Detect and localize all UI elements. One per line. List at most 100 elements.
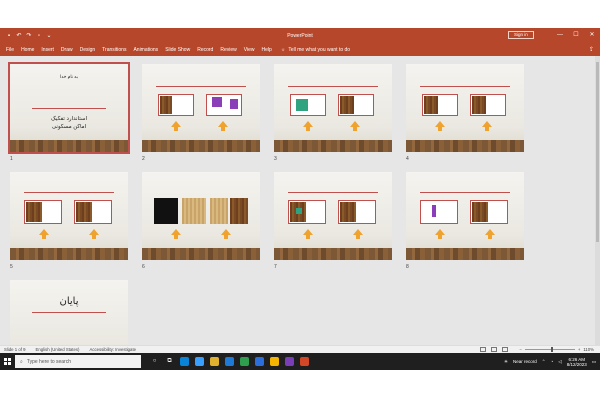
slide-floor	[274, 140, 392, 152]
slide-thumbnail-2[interactable]	[142, 64, 260, 152]
taskbar-search[interactable]: ⌕ Type here to search	[15, 355, 141, 368]
windows-logo-icon	[3, 358, 11, 365]
slide-floor	[274, 248, 392, 260]
tab-slide-show[interactable]: Slide Show	[165, 47, 190, 53]
tab-record[interactable]: Record	[197, 47, 213, 53]
slide-floor	[10, 140, 128, 152]
slide-sorter-icon[interactable]	[491, 347, 497, 352]
slide-8-purple-piece	[432, 205, 436, 217]
tab-design[interactable]: Design	[80, 47, 96, 53]
slide-3-teal-piece	[296, 99, 308, 111]
slide-number-4: 4	[406, 156, 409, 162]
arrow-stem	[306, 235, 310, 239]
tab-view[interactable]: View	[244, 47, 255, 53]
undo-icon[interactable]: ↶	[16, 33, 22, 39]
tab-animations[interactable]: Animations	[133, 47, 158, 53]
file-explorer-icon[interactable]	[210, 357, 219, 366]
top-margin	[0, 0, 600, 28]
slide-2-line	[156, 86, 246, 87]
slide-thumbnail-7[interactable]	[274, 172, 392, 260]
title-bar: ▪ ↶ ↷ ▫ ⌄ PowerPoint Sign in — ☐ ✕	[0, 28, 600, 43]
tab-home[interactable]: Home	[21, 47, 34, 53]
slide-7-line	[288, 192, 378, 193]
zoom-slider[interactable]	[524, 347, 575, 352]
tab-help[interactable]: Help	[261, 47, 271, 53]
quick-access-toolbar: ▪ ↶ ↷ ▫ ⌄	[0, 33, 52, 39]
edge-icon[interactable]	[180, 357, 189, 366]
slide-thumbnail-6[interactable]	[142, 172, 260, 260]
slide-thumbnail-9[interactable]: پایان	[10, 280, 128, 345]
chrome-icon[interactable]	[240, 357, 249, 366]
tab-file[interactable]: File	[6, 47, 14, 53]
network-icon[interactable]: ◔	[551, 359, 554, 364]
cortana-icon[interactable]: ○	[150, 357, 159, 366]
sign-in-button[interactable]: Sign in	[508, 31, 534, 39]
tray-arrow-icon[interactable]: ⌃	[542, 359, 546, 365]
scrollbar-thumb[interactable]	[596, 62, 599, 242]
taskbar-apps: ○ ⧉	[150, 357, 309, 366]
store-icon[interactable]	[195, 357, 204, 366]
mail-icon[interactable]	[225, 357, 234, 366]
zoom-in-icon[interactable]: +	[578, 347, 581, 352]
slide-thumbnail-1[interactable]: به نام خدا استاندارد تفکیک اماکن مسکونی	[8, 62, 130, 154]
vertical-scrollbar[interactable]	[595, 56, 600, 345]
customize-icon[interactable]: ⌄	[46, 33, 52, 39]
notifications-icon[interactable]: ▭	[592, 359, 596, 365]
word-icon[interactable]	[255, 357, 264, 366]
zoom-slider-knob[interactable]	[550, 347, 553, 352]
arrow-stem	[353, 127, 357, 131]
clock-time: 6:26 AM	[568, 356, 585, 362]
app-icon[interactable]	[285, 357, 294, 366]
zoom-level[interactable]: 110%	[583, 347, 594, 352]
slide-7-teal-piece	[296, 208, 302, 214]
ribbon-tabs: File Home Insert Draw Design Transitions…	[0, 43, 600, 56]
slide-floor	[406, 140, 524, 152]
powerpoint-icon[interactable]	[300, 357, 309, 366]
slide-floor	[142, 248, 260, 260]
reading-view-icon[interactable]	[502, 347, 508, 352]
task-view-icon[interactable]: ⧉	[165, 357, 174, 366]
slide-thumbnail-3[interactable]	[274, 64, 392, 152]
weather-icon[interactable]: ☀	[504, 359, 508, 365]
volume-icon[interactable]: ◁	[558, 359, 561, 365]
slide-thumbnail-5[interactable]	[10, 172, 128, 260]
arrow-stem	[92, 235, 96, 239]
tab-review[interactable]: Review	[220, 47, 236, 53]
accessibility-checker[interactable]: Accessibility: Investigate	[89, 347, 136, 352]
weather-text[interactable]: Near record	[513, 359, 537, 364]
slide-1-divider	[32, 108, 106, 109]
slide-floor	[10, 248, 128, 260]
tab-transitions[interactable]: Transitions	[102, 47, 126, 53]
language-indicator[interactable]: English (United States)	[36, 347, 80, 352]
save-icon[interactable]: ▪	[6, 33, 12, 39]
slide-number-2: 2	[142, 156, 145, 162]
slide-thumbnail-4[interactable]	[406, 64, 524, 152]
slide-count: Slide 1 of 9	[4, 347, 26, 352]
present-icon[interactable]: ▫	[36, 33, 42, 39]
share-icon[interactable]: ⇪	[589, 46, 594, 53]
minimize-icon[interactable]: —	[552, 28, 568, 43]
search-placeholder: Type here to search	[26, 358, 72, 365]
zoom-out-icon[interactable]: −	[519, 347, 522, 352]
arrow-stem	[306, 127, 310, 131]
slide-8-left-box	[420, 200, 458, 224]
slide-5-line	[24, 192, 114, 193]
ribbon-right-icons: ⇪	[589, 46, 594, 53]
windows-taskbar: ⌕ Type here to search ○ ⧉ ☀ Near record …	[0, 353, 600, 370]
tab-draw[interactable]: Draw	[61, 47, 73, 53]
tell-me-box[interactable]: ☼ Tell me what you want to do	[281, 47, 350, 53]
vlc-icon[interactable]	[270, 357, 279, 366]
normal-view-icon[interactable]	[480, 347, 486, 352]
slide-floor	[406, 248, 524, 260]
maximize-icon[interactable]: ☐	[568, 28, 584, 43]
tell-me-text: Tell me what you want to do	[288, 46, 351, 53]
slide-9-title: پایان	[59, 296, 79, 307]
tab-insert[interactable]: Insert	[41, 47, 54, 53]
redo-icon[interactable]: ↷	[26, 33, 32, 39]
slide-sorter-view: به نام خدا استاندارد تفکیک اماکن مسکونی …	[0, 56, 600, 345]
close-icon[interactable]: ✕	[584, 28, 600, 43]
start-button[interactable]	[0, 353, 14, 370]
clock[interactable]: 6:26 AM 8/12/2023	[567, 357, 587, 367]
slide-thumbnail-8[interactable]	[406, 172, 524, 260]
arrow-stem	[438, 127, 442, 131]
